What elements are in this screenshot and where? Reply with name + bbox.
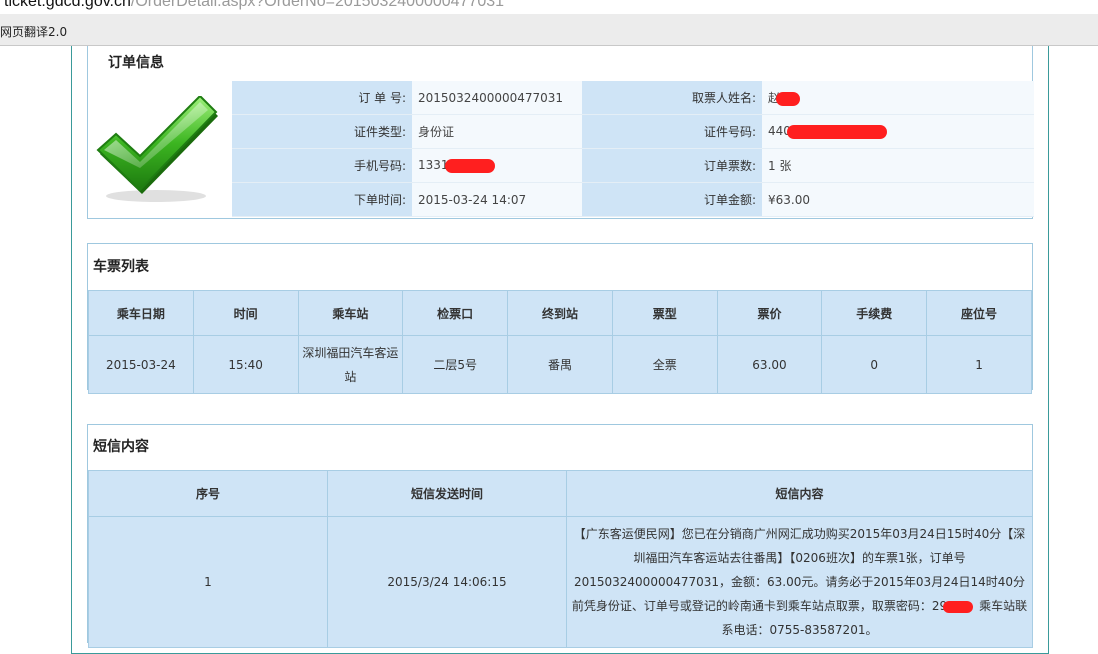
extension-toolbar: 网页翻译2.0: [0, 14, 1098, 46]
cell-ticket-type: 全票: [611, 335, 718, 394]
order-amount-value: ¥63.00: [762, 182, 1034, 217]
url-path: /OrderDetail.aspx?OrderNo=20150324000004…: [130, 0, 505, 10]
id-number-cell: 440: [762, 114, 1034, 149]
order-amount-label: 订单金额:: [582, 182, 762, 217]
cell-departure-station: 深圳福田汽车客运站: [297, 335, 404, 394]
order-no-value: 2015032400000477031: [412, 81, 582, 115]
col-seat: 座位号: [926, 290, 1032, 336]
ticket-list-title: 车票列表: [93, 259, 149, 275]
sms-panel: 短信内容 序号 短信发送时间 短信内容 1 2015/3/24 14:06:15…: [87, 424, 1033, 648]
url-text[interactable]: ticket.gdcd.gov.cn/OrderDetail.aspx?Orde…: [4, 0, 504, 11]
ticket-count-value: 1 张: [762, 148, 1034, 183]
cell-price: 63.00: [716, 335, 823, 394]
ticket-table: 乘车日期 时间 乘车站 检票口 终到站 票型 票价 手续费 座位号 2015-0…: [88, 290, 1032, 394]
redaction-mark: [776, 91, 801, 106]
col-ticket-type: 票型: [611, 290, 718, 336]
ticket-count-label: 订单票数:: [582, 148, 762, 183]
col-price: 票价: [716, 290, 823, 336]
table-row: 2015-03-24 15:40 深圳福田汽车客运站 二层5号 番禺 全票 63…: [88, 335, 1032, 394]
address-bar[interactable]: ticket.gdcd.gov.cn/OrderDetail.aspx?Orde…: [0, 0, 1098, 14]
ticket-list-panel: 车票列表 乘车日期 时间 乘车站 检票口 终到站 票型 票价 手续费 座位号 2…: [87, 243, 1033, 394]
order-info-table: 订 单 号: 2015032400000477031 取票人姓名: 赵 证件类型…: [232, 81, 1034, 217]
col-destination: 终到站: [507, 290, 613, 336]
order-info-row: 证件类型: 身份证 证件号码: 440: [232, 114, 1034, 149]
col-gate: 检票口: [402, 290, 509, 336]
id-type-value: 身份证: [412, 114, 582, 149]
order-info-row: 下单时间: 2015-03-24 14:07 订单金额: ¥63.00: [232, 182, 1034, 217]
phone-cell: 1331: [412, 148, 582, 183]
order-time-value: 2015-03-24 14:07: [412, 182, 582, 217]
checkmark-success-icon: [96, 96, 218, 202]
cell-sms-index: 1: [88, 516, 328, 648]
order-no-label: 订 单 号:: [232, 81, 412, 115]
col-sms-time: 短信发送时间: [327, 470, 567, 517]
ticket-table-header: 乘车日期 时间 乘车站 检票口 终到站 票型 票价 手续费 座位号: [88, 290, 1032, 336]
col-sms-index: 序号: [88, 470, 328, 517]
cell-seat: 1: [926, 335, 1032, 394]
translate-extension-button[interactable]: 网页翻译2.0: [0, 23, 67, 40]
col-fee: 手续费: [821, 290, 928, 336]
url-host: ticket.gdcd.gov.cn: [4, 0, 131, 10]
sms-table: 序号 短信发送时间 短信内容 1 2015/3/24 14:06:15 【广东客…: [88, 470, 1033, 648]
redaction-mark: [444, 158, 495, 173]
order-info-row: 订 单 号: 2015032400000477031 取票人姓名: 赵: [232, 81, 1034, 115]
redaction-mark: [943, 600, 974, 613]
redaction-mark: [786, 124, 887, 139]
cell-destination: 番禺: [507, 335, 613, 394]
cell-time: 15:40: [192, 335, 299, 394]
col-time: 时间: [192, 290, 299, 336]
col-departure-station: 乘车站: [297, 290, 404, 336]
id-type-label: 证件类型:: [232, 114, 412, 149]
order-time-label: 下单时间:: [232, 182, 412, 217]
cell-fee: 0: [821, 335, 928, 394]
cell-ride-date: 2015-03-24: [88, 335, 194, 394]
phone-label: 手机号码:: [232, 148, 412, 183]
recipient-name-label: 取票人姓名:: [582, 81, 762, 115]
order-info-panel: 订单信息 订 单 号: 2015032400000477031 取票人姓名: 赵: [87, 46, 1034, 219]
sms-table-header: 序号 短信发送时间 短信内容: [88, 470, 1033, 517]
cell-gate: 二层5号: [402, 335, 509, 394]
cell-sms-time: 2015/3/24 14:06:15: [327, 516, 567, 648]
id-number-label: 证件号码:: [582, 114, 762, 149]
order-info-title: 订单信息: [108, 55, 164, 71]
cell-sms-content: 【广东客运便民网】您已在分销商广州网汇成功购买2015年03月24日15时40分…: [566, 516, 1033, 648]
col-sms-content: 短信内容: [566, 470, 1033, 517]
recipient-name-cell: 赵: [762, 81, 1034, 115]
col-ride-date: 乘车日期: [88, 290, 194, 336]
phone-value: 1331: [418, 158, 449, 173]
table-row: 1 2015/3/24 14:06:15 【广东客运便民网】您已在分销商广州网汇…: [88, 516, 1033, 648]
order-info-row: 手机号码: 1331 订单票数: 1 张: [232, 148, 1034, 183]
sms-title: 短信内容: [93, 439, 149, 455]
